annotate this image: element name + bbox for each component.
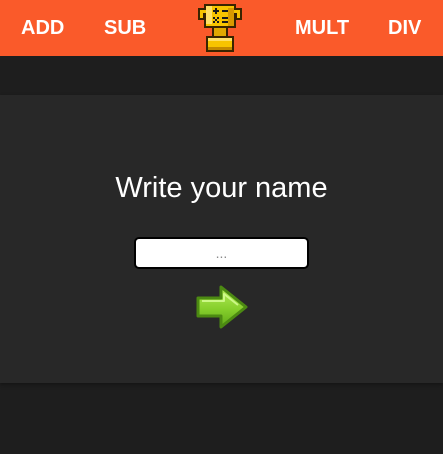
trophy-icon[interactable] [194, 2, 246, 54]
form-heading: Write your name [115, 172, 328, 204]
nav-mult-link[interactable]: MULT [295, 0, 349, 56]
nav-sub-link[interactable]: SUB [104, 0, 146, 56]
arrow-right-icon[interactable] [195, 284, 249, 330]
nav-div-link[interactable]: DIV [388, 0, 421, 56]
nav-add-link[interactable]: ADD [21, 0, 64, 56]
top-nav-bar: ADD SUB MULT DIV [0, 0, 443, 56]
name-input[interactable] [134, 237, 309, 269]
